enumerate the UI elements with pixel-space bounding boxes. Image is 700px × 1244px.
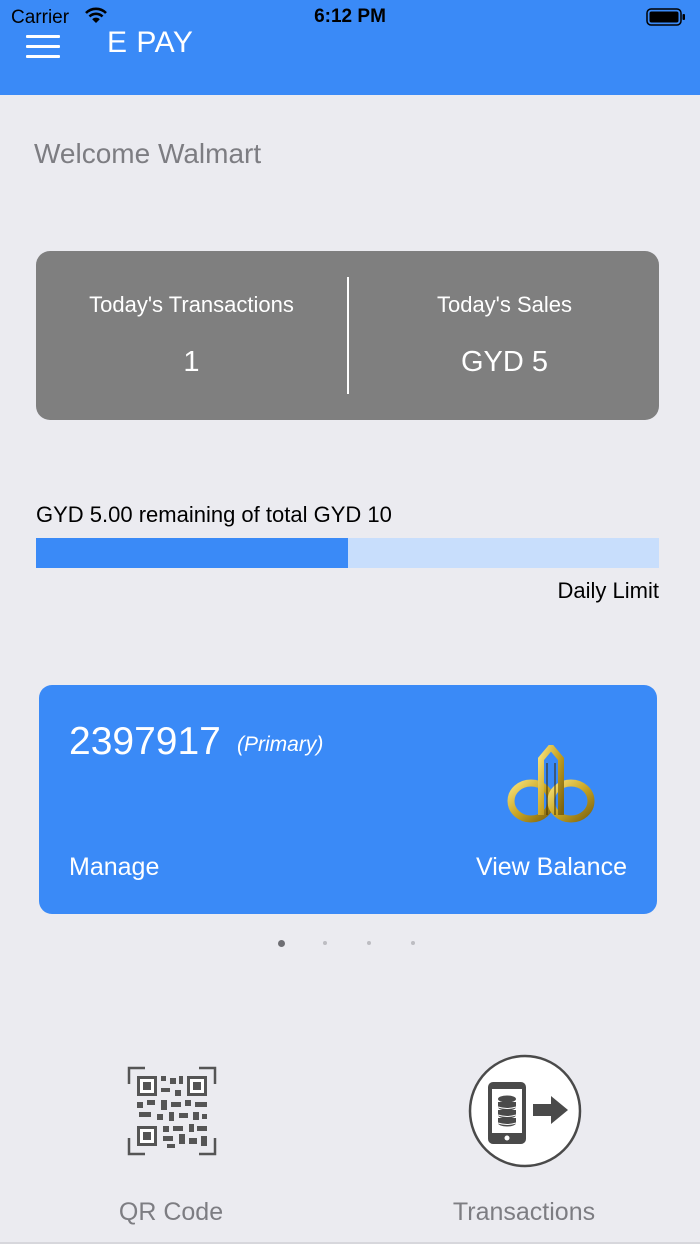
welcome-message: Welcome Walmart xyxy=(34,138,262,169)
transactions-label: Transactions xyxy=(452,1198,596,1226)
app-header: Carrier 6:12 PM E PAY xyxy=(0,0,700,95)
sales-summary: Today's Sales GYD 5 xyxy=(349,251,660,420)
pager-dot[interactable] xyxy=(278,940,285,947)
transactions-button[interactable]: Transactions xyxy=(374,1052,674,1232)
qr-code-icon xyxy=(127,1066,217,1156)
sales-label: Today's Sales xyxy=(436,292,573,317)
account-primary-tag: (Primary) xyxy=(237,733,324,756)
account-number: 2397917 xyxy=(69,720,221,763)
transactions-label: Today's Transactions xyxy=(89,292,294,317)
qr-code-label: QR Code xyxy=(118,1198,224,1226)
hamburger-menu-icon[interactable] xyxy=(26,33,62,59)
battery-icon xyxy=(646,8,685,26)
phone-transfer-icon xyxy=(468,1054,582,1168)
view-balance-button[interactable]: View Balance xyxy=(476,853,627,882)
pager-dot[interactable] xyxy=(367,941,371,945)
manage-account-button[interactable]: Manage xyxy=(69,853,159,882)
status-time: 6:12 PM xyxy=(314,6,386,27)
card-pager xyxy=(0,938,700,950)
transactions-summary: Today's Transactions 1 xyxy=(36,251,347,420)
pager-dot[interactable] xyxy=(323,941,327,945)
pager-dot[interactable] xyxy=(411,941,415,945)
daily-summary-card: Today's Transactions 1 Today's Sales GYD… xyxy=(36,251,659,420)
app-title: E PAY xyxy=(107,26,194,59)
limit-remaining-text: GYD 5.00 remaining of total GYD 10 xyxy=(36,502,392,527)
status-bar: Carrier 6:12 PM xyxy=(0,0,700,36)
sales-amount: GYD 5 xyxy=(460,346,549,378)
daily-limit-progress-fill xyxy=(36,538,348,568)
qr-code-button[interactable]: QR Code xyxy=(21,1052,321,1232)
transactions-count: 1 xyxy=(183,346,200,378)
daily-limit-label: Daily Limit xyxy=(557,578,659,603)
daily-limit-progress-bar xyxy=(36,538,659,568)
bank-logo-icon xyxy=(507,745,595,823)
account-card[interactable]: 2397917 (Primary) Manage View Balance xyxy=(39,685,657,914)
